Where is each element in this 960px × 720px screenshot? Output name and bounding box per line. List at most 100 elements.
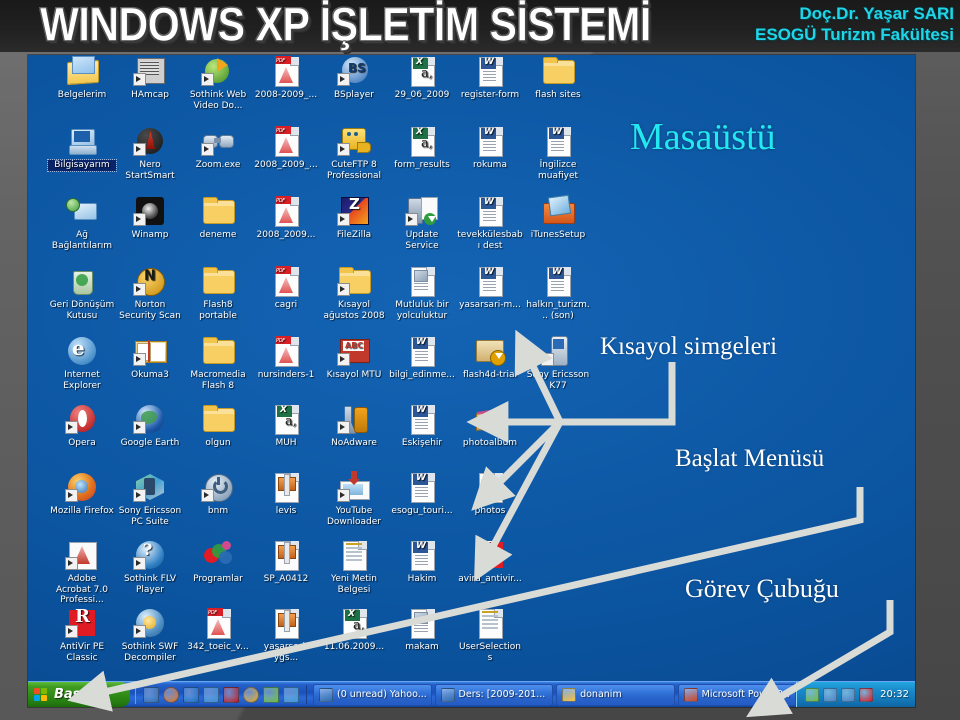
media-player-quick-icon[interactable] [183, 686, 199, 703]
desktop-icon[interactable]: register-form [456, 55, 524, 101]
desktop-icon[interactable]: NoAdware [320, 403, 388, 449]
word-icon [473, 195, 507, 227]
desktop-icon[interactable]: Hakim [388, 539, 456, 585]
desktop-icon[interactable]: e Internet Explorer [48, 335, 116, 391]
taskbar-task-button[interactable]: Microsoft PowerP... [677, 683, 797, 706]
desktop-icon[interactable]: İngilizce muafiyet [524, 125, 592, 181]
desktop-icon[interactable]: form_results [388, 125, 456, 171]
desktop-icon[interactable]: Winamp [116, 195, 184, 241]
desktop-icon[interactable]: makam [388, 607, 456, 653]
desktop-icon[interactable]: Adobe Acrobat 7.0 Professi... [48, 539, 116, 606]
desktop-icon[interactable]: esogu_touri... [388, 471, 456, 517]
desktop-icon[interactable]: Okuma3 [116, 335, 184, 381]
firefox-quick-icon[interactable] [163, 686, 179, 703]
desktop-icon[interactable]: tevekkülesbabı dest [456, 195, 524, 251]
desktop-icon[interactable]: SP_A0412 [252, 539, 320, 585]
desktop-icon[interactable]: photoalbum [456, 403, 524, 449]
app-ie-icon: e [65, 335, 99, 367]
desktop-icon[interactable]: Z FileZilla [320, 195, 388, 241]
windows-taskbar[interactable]: Başlat (0 unread) Yahoo... Ders: [2009-20… [28, 681, 915, 707]
dictionary-quick-icon[interactable] [223, 686, 239, 703]
avira-tray-icon[interactable] [859, 687, 874, 702]
desktop-icon[interactable]: Sothink SWF Decompiler [116, 607, 184, 663]
desktop-icon[interactable]: 29_06_2009 [388, 55, 456, 101]
desktop-icon[interactable]: ? Sothink FLV Player [116, 539, 184, 595]
start-button[interactable]: Başlat [28, 682, 130, 707]
desktop-icon[interactable]: Flash8 portable [184, 265, 252, 321]
desktop-icon[interactable]: UserSelections [456, 607, 524, 663]
desktop-icon[interactable]: Geri Dönüşüm Kutusu [48, 265, 116, 321]
desktop-icon[interactable]: BS BSplayer [320, 55, 388, 101]
word-icon [473, 125, 507, 157]
desktop-icon[interactable]: Opera [48, 403, 116, 449]
desktop-icon[interactable]: Zoom.exe [184, 125, 252, 171]
system-tray[interactable]: 20:32 [796, 682, 915, 707]
network2-icon[interactable] [841, 687, 856, 702]
desktop-icon[interactable]: HAmcap [116, 55, 184, 101]
desktop-icon[interactable]: cagri [252, 265, 320, 311]
desktop-icon[interactable]: bnm [184, 471, 252, 517]
desktop-icon[interactable]: Mozilla Firefox [48, 471, 116, 517]
desktop-icon[interactable]: Yeni Metin Belgesi [320, 539, 388, 595]
desktop-icon[interactable]: bilgi_edinme... [388, 335, 456, 381]
desktop-icon[interactable]: flash4d-trial [456, 335, 524, 381]
desktop-icon-label: Sothink Web Video Do... [189, 90, 247, 111]
desktop-icon[interactable]: Belgelerim [48, 55, 116, 101]
desktop-icon[interactable]: 2008-2009_... [252, 55, 320, 101]
desktop-icon[interactable]: MUH [252, 403, 320, 449]
taskbar-task-button[interactable]: (0 unread) Yahoo... [313, 683, 432, 706]
desktop-icon[interactable]: Eskişehir [388, 403, 456, 449]
desktop-icon[interactable]: Nero StartSmart [116, 125, 184, 181]
desktop-icon[interactable]: Bilgisayarım [47, 125, 117, 172]
desktop-icon[interactable]: levis [252, 471, 320, 517]
desktop-icon[interactable]: R AntiVir PE Classic [48, 607, 116, 663]
desktop-icon[interactable]: yasarsari-m... [456, 265, 524, 311]
picture-quick-icon[interactable] [283, 686, 299, 703]
desktop-icon-label: UserSelections [459, 642, 521, 663]
desktop-icon[interactable]: rokuma [456, 125, 524, 171]
desktop-icon[interactable]: N Norton Security Scan [116, 265, 184, 321]
app-abc-icon: ABC [337, 335, 371, 367]
taskbar-task-button[interactable]: Ders: [2009-201... [434, 683, 554, 706]
desktop-icon[interactable]: photos [456, 471, 524, 517]
desktop-icon[interactable]: iTunesSetup [524, 194, 592, 241]
network-icon[interactable] [823, 687, 838, 702]
desktop-icon[interactable]: 2008_2009_... [252, 125, 320, 171]
desktop-icon-label: Google Earth [120, 438, 180, 448]
desktop-icon[interactable]: Ravira_antivir... [456, 539, 524, 585]
taskbar-task-list[interactable]: (0 unread) Yahoo... Ders: [2009-201... don… [313, 683, 797, 706]
desktop-icon[interactable]: Kısayol ağustos 2008 [320, 265, 388, 321]
desktop-icon[interactable]: olgun [184, 403, 252, 449]
msn-quick-icon[interactable] [263, 686, 279, 703]
desktop-icon[interactable]: 342_toeic_v... [184, 607, 252, 653]
desktop-icon[interactable]: ABC Kısayol MTU [320, 335, 388, 381]
quick-launch-bar[interactable] [135, 685, 307, 704]
desktop-icon[interactable]: Programlar [184, 539, 252, 585]
taskbar-task-button[interactable]: donanim [556, 683, 675, 706]
desktop-icon[interactable]: Macromedia Flash 8 [184, 335, 252, 391]
excel-icon [269, 403, 303, 435]
desktop-icon[interactable]: halkın_turizm... (son) [524, 265, 592, 321]
desktop-icon[interactable]: YouTube Downloader [320, 471, 388, 527]
desktop-icon[interactable]: 11.06.2009... [320, 607, 388, 653]
desktop-icon[interactable]: Google Earth [116, 403, 184, 449]
desktop-icon[interactable]: Sony Ericsson PC Suite [116, 471, 184, 527]
desktop-icon[interactable]: 2008_2009... [252, 195, 320, 241]
desktop-icon[interactable]: Mutluluk bir yolculuktur [388, 265, 456, 321]
desktop-icon[interactable]: Update Service [388, 195, 456, 251]
desktop-icon[interactable]: deneme [184, 195, 252, 241]
desktop-icon[interactable]: CuteFTP 8 Professional [320, 125, 388, 181]
desktop-icon[interactable]: nursinders-1 [252, 335, 320, 381]
app-flv-icon: ? [133, 539, 167, 571]
desktop-icon[interactable]: Ağ Bağlantılarım [48, 195, 116, 251]
desktop-icon[interactable]: Sony Ericsson K77 [524, 335, 592, 391]
safely-remove-icon[interactable] [805, 687, 820, 702]
desktop-icon[interactable]: yasarsari-ygs... [252, 607, 320, 663]
desktop-icon-label: Sony Ericsson K77 [526, 370, 590, 391]
app-nero-icon [133, 125, 167, 157]
desktop-icon[interactable]: Sothink Web Video Do... [184, 55, 252, 111]
show-desktop-icon[interactable] [143, 686, 159, 703]
desktop-icon[interactable]: flash sites [524, 55, 592, 101]
avg-quick-icon[interactable] [243, 686, 259, 703]
internet-explorer-quick-icon[interactable] [203, 686, 219, 703]
